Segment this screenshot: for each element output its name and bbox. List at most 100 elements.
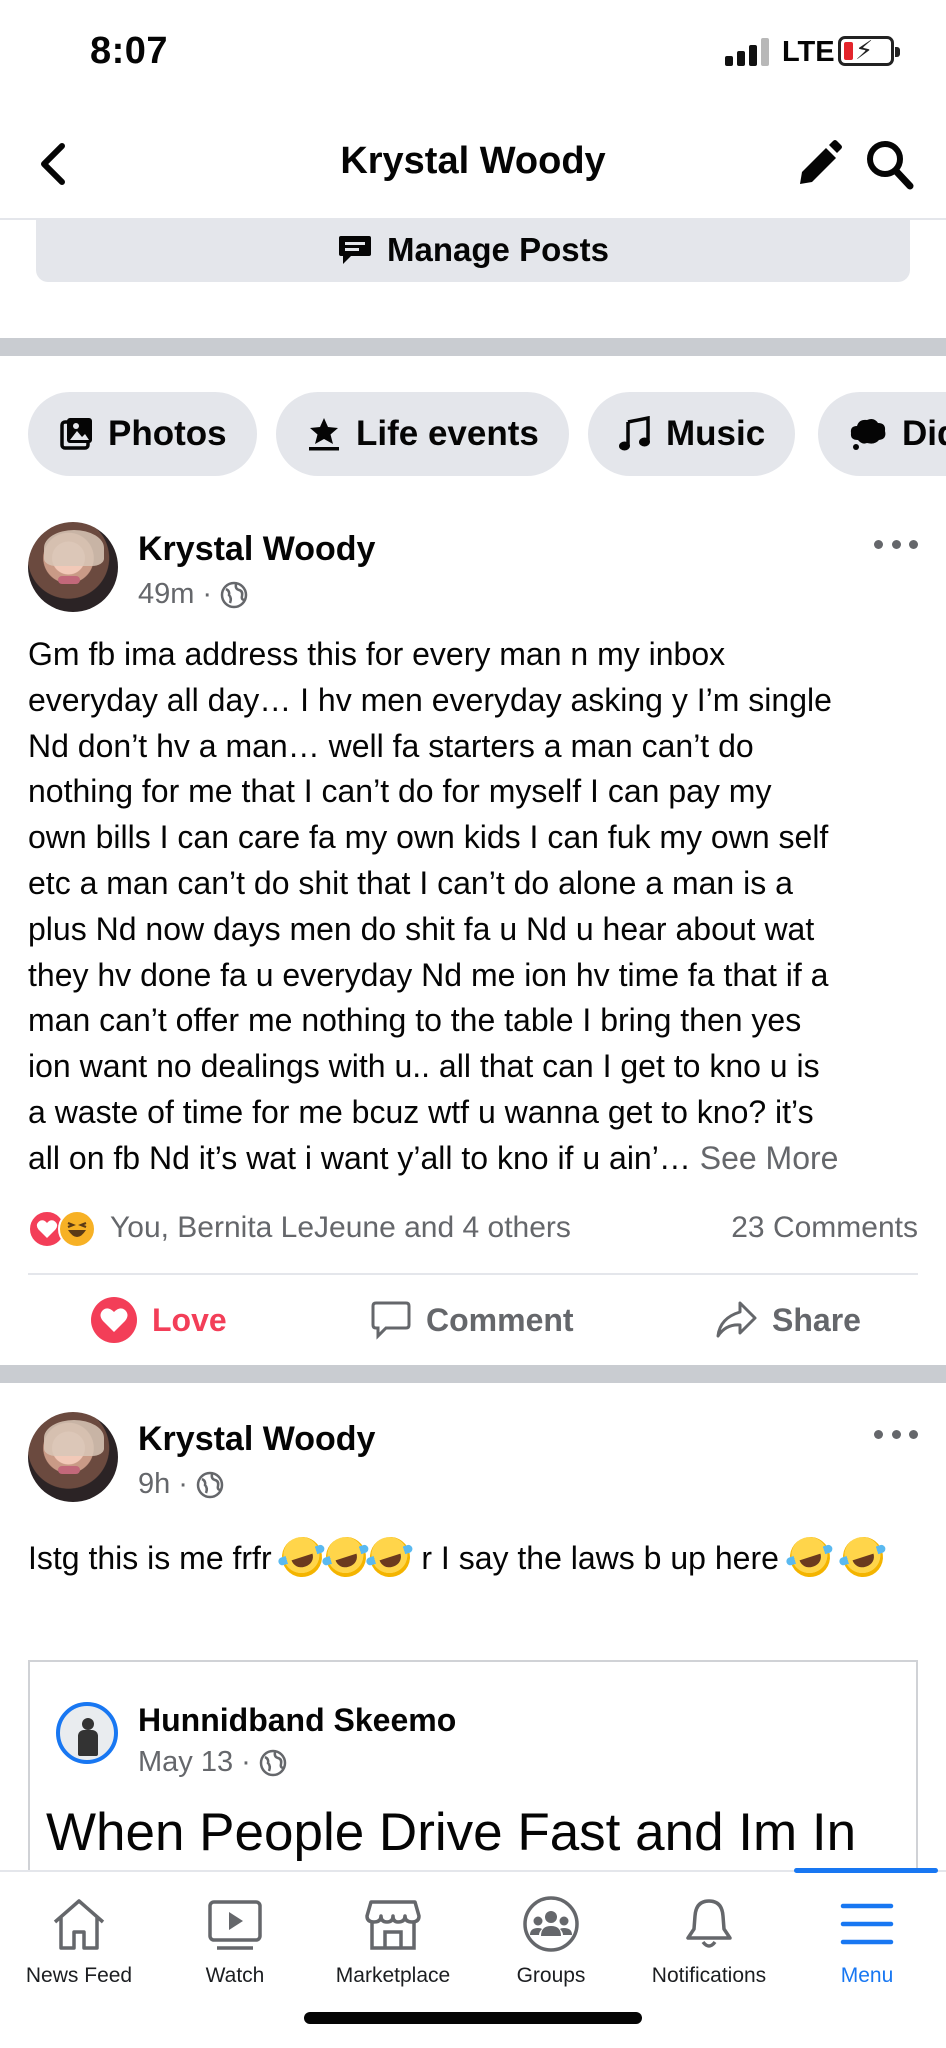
nav-menu[interactable]: Menu: [788, 1892, 946, 2010]
more-dot-icon: [874, 1429, 883, 1439]
life-events-icon: [309, 418, 339, 451]
manage-posts-label: Manage Posts: [387, 231, 609, 268]
network-type: LTE: [782, 36, 835, 68]
post-time[interactable]: 49m: [138, 578, 194, 611]
post-text-truncated: all on fb Nd it’s wat i want y’all to kn…: [28, 1139, 691, 1176]
rofl-emoji-icon: [784, 1531, 835, 1583]
comment-button[interactable]: Comment: [370, 1288, 574, 1352]
post-body: Gm fb ima address this for every man n m…: [28, 632, 918, 1182]
post-text-line: everyday all day… I hv men everyday aski…: [28, 681, 832, 718]
meta-separator: ·: [178, 1468, 188, 1500]
nav-label: Marketplace: [335, 1964, 451, 1987]
watch-icon: [208, 1900, 262, 1950]
post-text-line: etc a man can’t do shit that I can’t do …: [28, 864, 793, 901]
action-divider: [28, 1273, 918, 1275]
love-button[interactable]: Love: [90, 1288, 227, 1352]
more-dot-icon: [891, 539, 901, 549]
music-note-icon: [619, 416, 650, 451]
post-text: Istg this is me frfr: [28, 1540, 272, 1576]
chip-photos[interactable]: Photos: [28, 392, 257, 476]
meta-separator: ·: [202, 578, 213, 610]
share-label: Share: [772, 1301, 861, 1338]
post-text-line: plus Nd now days men do shit fa u Nd u h…: [28, 910, 815, 947]
status-bar: 8:07 LTE ⚡: [0, 0, 946, 104]
post-divider: [0, 1365, 946, 1383]
reaction-summary[interactable]: You, Bernita LeJeune and 4 others 23 Com…: [28, 1208, 918, 1248]
chip-life-events[interactable]: Life events: [276, 392, 569, 476]
post-text: r I say the laws b up here: [421, 1540, 779, 1576]
share-button[interactable]: Share: [714, 1288, 861, 1352]
shared-author-avatar[interactable]: [56, 1702, 118, 1764]
manage-posts-icon: [339, 236, 372, 264]
comment-count[interactable]: 23 Comments: [731, 1211, 918, 1245]
shared-post-date[interactable]: May 13: [138, 1746, 233, 1779]
haha-reaction-icon: [58, 1210, 96, 1248]
pencil-icon: [800, 140, 842, 184]
rofl-emoji-icon: [837, 1531, 888, 1583]
nav-label: Menu: [840, 1964, 894, 1987]
nav-label: News Feed: [25, 1964, 133, 1987]
rofl-emoji-icon: [321, 1531, 372, 1583]
post-text-line: they hv done fa u everyday Nd me ion hv …: [28, 956, 829, 993]
post-text-line: a waste of time for me bcuz wtf u wanna …: [28, 1093, 814, 1130]
chip-label: Life events: [356, 414, 539, 453]
groups-icon: [523, 1896, 579, 1952]
rofl-emoji-icon: [365, 1531, 416, 1583]
profile-chips: Photos Life events Music Did: [28, 392, 946, 476]
thought-bubble-icon: [850, 419, 886, 450]
chip-label: Photos: [108, 414, 227, 453]
nav-label: Notifications: [651, 1964, 767, 1987]
status-time: 8:07: [90, 30, 169, 72]
post-time[interactable]: 9h: [138, 1468, 170, 1501]
post-options-button[interactable]: [874, 1424, 918, 1444]
post-text-line-last: all on fb Nd it’s wat i want y’all to kn…: [28, 1136, 918, 1182]
globe-icon: [220, 581, 248, 608]
shared-author-name[interactable]: Hunnidband Skeemo: [138, 1702, 456, 1739]
post-author-name[interactable]: Krystal Woody: [138, 1420, 375, 1459]
see-more-link[interactable]: See More: [700, 1140, 839, 1176]
post-options-button[interactable]: [874, 534, 918, 554]
post-author-avatar[interactable]: [28, 1412, 118, 1502]
nav-groups[interactable]: Groups: [472, 1892, 630, 2010]
post-text-line: man can’t offer me nothing to the table …: [28, 1002, 802, 1039]
post-text-line: Gm fb ima address this for every man n m…: [28, 636, 726, 672]
post-meta: 9h ·: [138, 1468, 224, 1501]
post-text-line: nothing for me that I can’t do for mysel…: [28, 773, 772, 810]
home-indicator[interactable]: [304, 2012, 642, 2024]
more-dot-icon: [909, 1429, 918, 1439]
love-icon: [91, 1297, 137, 1343]
globe-icon: [196, 1471, 224, 1498]
signal-strength-icon: [725, 38, 773, 66]
chip-did[interactable]: Did: [818, 392, 946, 476]
post-author-name[interactable]: Krystal Woody: [138, 530, 375, 569]
home-icon: [53, 1899, 105, 1950]
rofl-emoji-icon: [277, 1531, 328, 1583]
post-text-line: own bills I can care fa my own kids I ca…: [28, 819, 829, 856]
more-dot-icon: [909, 539, 918, 549]
post-author-avatar[interactable]: [28, 522, 118, 612]
comment-label: Comment: [426, 1301, 574, 1338]
edit-button[interactable]: [792, 136, 844, 192]
marketplace-icon: [365, 1900, 421, 1950]
post-text-line: Nd don’t hv a man… well fa starters a ma…: [28, 727, 754, 764]
nav-label: Groups: [516, 1964, 586, 1987]
reaction-icons: [28, 1208, 102, 1248]
chip-label: Music: [666, 414, 766, 453]
search-button[interactable]: [862, 134, 918, 194]
battery-icon: ⚡: [838, 36, 900, 66]
menu-icon: [840, 1903, 894, 1945]
nav-marketplace[interactable]: Marketplace: [314, 1892, 472, 2010]
manage-posts-button[interactable]: Manage Posts: [36, 218, 910, 282]
nav-watch[interactable]: Watch: [156, 1892, 314, 2010]
post-actions: Love Comment Share: [0, 1288, 946, 1352]
reaction-names: You, Bernita LeJeune and 4 others: [110, 1211, 571, 1244]
comment-icon: [371, 1301, 411, 1340]
shared-post-card[interactable]: Hunnidband Skeemo May 13 · When People D…: [28, 1660, 918, 1870]
nav-news-feed[interactable]: News Feed: [0, 1892, 158, 2010]
shared-post-headline: When People Drive Fast and Im In: [46, 1803, 857, 1862]
meta-separator: ·: [241, 1746, 251, 1778]
globe-icon: [259, 1749, 287, 1776]
nav-notifications[interactable]: Notifications: [630, 1892, 788, 2010]
chip-music[interactable]: Music: [588, 392, 796, 476]
post-meta: 49m ·: [138, 578, 248, 611]
